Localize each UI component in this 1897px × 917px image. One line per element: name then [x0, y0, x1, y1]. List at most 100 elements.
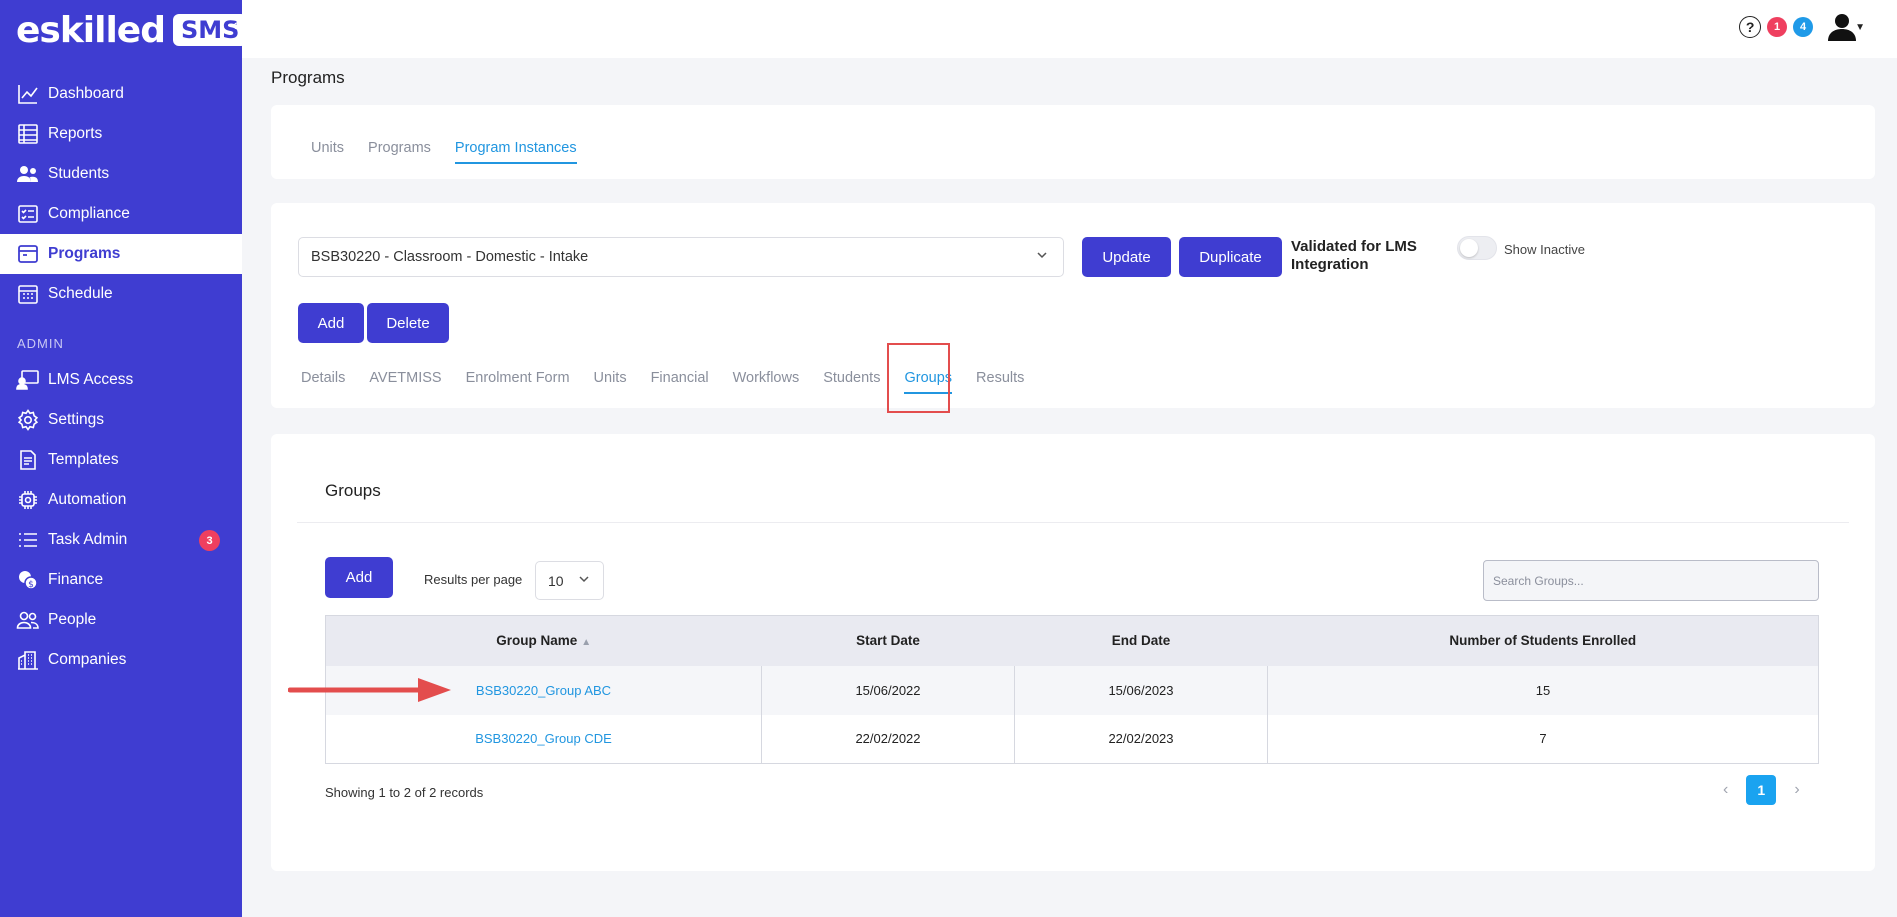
sidebar-item-task-admin[interactable]: Task Admin 3: [0, 520, 242, 560]
sidebar-item-lms-access[interactable]: LMS Access: [0, 360, 242, 400]
sidebar-item-label: Companies: [48, 651, 127, 668]
sidebar-item-label: Settings: [48, 411, 105, 428]
topbar-icons: ? 1 4 ▼: [1739, 12, 1865, 42]
show-inactive-label: Show Inactive: [1504, 242, 1585, 257]
program-instance-select[interactable]: BSB30220 - Classroom - Domestic - Intake: [298, 237, 1064, 277]
table-icon: [16, 122, 40, 146]
sidebar-item-label: Reports: [48, 125, 103, 142]
subtab-avetmiss[interactable]: AVETMISS: [369, 370, 441, 394]
program-tabs-card: Units Programs Program Instances: [271, 105, 1875, 179]
delete-instance-button[interactable]: Delete: [367, 303, 449, 343]
sidebar-item-label: Programs: [48, 245, 121, 262]
program-instance-card: BSB30220 - Classroom - Domestic - Intake…: [271, 203, 1875, 413]
enrolled-cell: 15: [1267, 665, 1819, 715]
toggle-knob: [1460, 239, 1478, 257]
tab-programs[interactable]: Programs: [368, 140, 431, 164]
tab-program-instances[interactable]: Program Instances: [454, 140, 577, 164]
sidebar: eskilled SMS ‹ Dashboard Reports Student…: [0, 0, 248, 917]
subtab-workflows[interactable]: Workflows: [733, 370, 800, 394]
topbar: ? 1 4 ▼: [242, 0, 1897, 58]
add-instance-button[interactable]: Add: [298, 303, 364, 343]
sidebar-item-label: Schedule: [48, 285, 113, 302]
notification-badge-pink[interactable]: 1: [1767, 17, 1788, 37]
sidebar-item-finance[interactable]: $ Finance: [0, 560, 242, 600]
group-link[interactable]: BSB30220_Group CDE: [475, 731, 612, 746]
group-link[interactable]: BSB30220_Group ABC: [476, 683, 611, 698]
sidebar-item-people[interactable]: People: [0, 600, 242, 640]
groups-tab-highlight: [887, 343, 950, 413]
show-inactive-toggle[interactable]: [1457, 236, 1497, 260]
help-icon[interactable]: ?: [1739, 16, 1762, 38]
window-icon: [16, 242, 40, 266]
subtab-students[interactable]: Students: [823, 370, 880, 394]
coins-icon: $: [16, 568, 40, 592]
sidebar-item-label: Templates: [48, 451, 119, 468]
divider: [297, 522, 1849, 523]
admin-section-label: ADMIN: [17, 336, 64, 351]
enrolled-cell: 7: [1267, 714, 1819, 764]
sidebar-nav: Dashboard Reports Students Compliance Pr…: [0, 74, 242, 680]
results-per-page-label: Results per page: [424, 572, 523, 587]
sidebar-item-dashboard[interactable]: Dashboard: [0, 74, 242, 114]
page-number[interactable]: 1: [1746, 775, 1777, 805]
groups-table: Group Name ▲ Start Date End Date Number o…: [325, 615, 1819, 764]
sidebar-item-label: LMS Access: [48, 371, 134, 388]
program-instance-selected: BSB30220 - Classroom - Domestic - Intake: [311, 249, 589, 265]
col-end-date[interactable]: End Date: [1014, 615, 1268, 666]
sidebar-item-reports[interactable]: Reports: [0, 114, 242, 154]
subtab-enrolment-form[interactable]: Enrolment Form: [466, 370, 570, 394]
table-row: BSB30220_Group ABC 15/06/2022 15/06/2023…: [325, 665, 1819, 715]
building-icon: [16, 648, 40, 672]
task-admin-badge: 3: [199, 530, 220, 551]
sidebar-item-label: Task Admin: [48, 531, 128, 548]
col-start-date[interactable]: Start Date: [761, 615, 1015, 666]
sidebar-item-compliance[interactable]: Compliance: [0, 194, 242, 234]
chip-icon: [16, 488, 40, 512]
checklist-icon: [16, 202, 40, 226]
subtab-details[interactable]: Details: [301, 370, 345, 394]
sidebar-item-templates[interactable]: Templates: [0, 440, 242, 480]
start-date-cell: 22/02/2022: [761, 714, 1015, 764]
sidebar-item-automation[interactable]: Automation: [0, 480, 242, 520]
prev-page-icon[interactable]: ‹: [1723, 781, 1728, 799]
add-group-button[interactable]: Add: [325, 557, 393, 598]
list-icon: [16, 528, 40, 552]
end-date-cell: 22/02/2023: [1014, 714, 1268, 764]
svg-text:$: $: [28, 580, 34, 590]
col-students-enrolled[interactable]: Number of Students Enrolled: [1267, 615, 1819, 666]
next-page-icon[interactable]: ›: [1794, 781, 1799, 799]
user-menu-caret-icon: ▼: [1855, 21, 1865, 33]
subtab-financial[interactable]: Financial: [651, 370, 709, 394]
results-per-page-value: 10: [548, 572, 564, 589]
sidebar-item-students[interactable]: Students: [0, 154, 242, 194]
col-group-name[interactable]: Group Name ▲: [325, 615, 762, 666]
people-icon: [16, 608, 40, 632]
subtab-results[interactable]: Results: [976, 370, 1024, 394]
sort-asc-icon: ▲: [581, 637, 592, 649]
table-row: BSB30220_Group CDE 22/02/2022 22/02/2023…: [325, 714, 1819, 764]
sidebar-item-companies[interactable]: Companies: [0, 640, 242, 680]
sidebar-item-label: Automation: [48, 491, 127, 508]
user-avatar-icon[interactable]: ▼: [1827, 12, 1865, 42]
end-date-cell: 15/06/2023: [1014, 665, 1268, 715]
results-per-page-select[interactable]: 10: [535, 561, 604, 600]
sidebar-item-settings[interactable]: Settings: [0, 400, 242, 440]
sidebar-item-programs[interactable]: Programs: [0, 234, 242, 274]
notification-badge-blue[interactable]: 4: [1793, 17, 1814, 37]
calendar-icon: [16, 282, 40, 306]
group-name-cell: BSB30220_Group CDE: [325, 714, 762, 764]
groups-title: Groups: [325, 481, 381, 500]
sidebar-item-label: Students: [48, 165, 110, 182]
subtab-units[interactable]: Units: [594, 370, 627, 394]
search-groups-input[interactable]: [1483, 560, 1819, 601]
records-summary: Showing 1 to 2 of 2 records: [325, 785, 484, 800]
program-tabs: Units Programs Program Instances: [311, 140, 577, 164]
brand-logo[interactable]: eskilled SMS: [16, 9, 248, 51]
validated-lms-label: Validated for LMS Integration: [1291, 238, 1417, 273]
start-date-cell: 15/06/2022: [761, 665, 1015, 715]
sidebar-item-schedule[interactable]: Schedule: [0, 274, 242, 314]
duplicate-button[interactable]: Duplicate: [1179, 237, 1282, 277]
tab-units[interactable]: Units: [311, 140, 344, 164]
update-button[interactable]: Update: [1082, 237, 1171, 277]
brand-word: eskilled: [16, 9, 166, 51]
